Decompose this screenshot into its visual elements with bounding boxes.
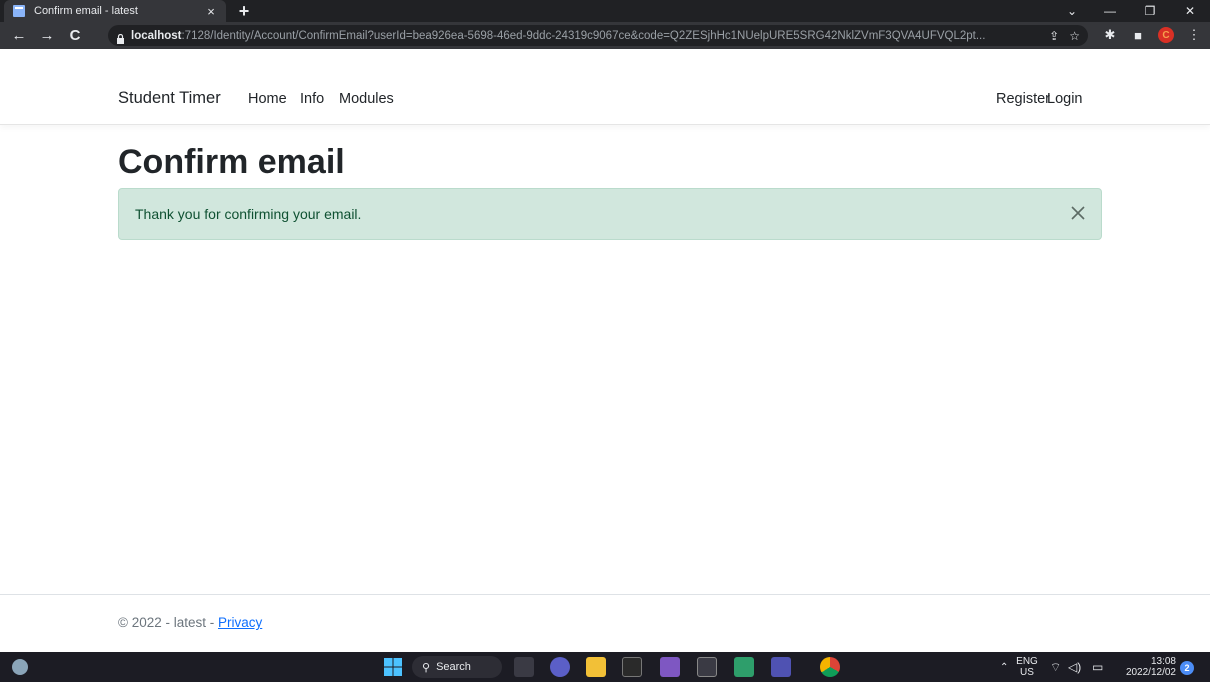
browser-tab-strip: Confirm email - latest × + ⌄ — ❐ ✕ [0, 0, 1210, 22]
taskbar-clock[interactable]: 13:08 2022/12/02 [1122, 656, 1176, 678]
reload-icon[interactable]: C [64, 25, 86, 47]
file-explorer-icon[interactable] [586, 657, 606, 677]
extensions-icon[interactable]: ✱ [1100, 25, 1120, 45]
browser-tab[interactable]: Confirm email - latest × [4, 0, 226, 22]
nav-link-modules[interactable]: Modules [339, 91, 394, 107]
app-icon[interactable] [734, 657, 754, 677]
menu-icon[interactable]: ⋮ [1184, 25, 1204, 45]
site-navbar: Student Timer Home Info Modules Register… [0, 49, 1210, 125]
tab-title: Confirm email - latest [34, 5, 138, 17]
privacy-link[interactable]: Privacy [218, 615, 262, 630]
close-window-icon[interactable]: ✕ [1174, 0, 1206, 22]
wifi-icon[interactable]: ⌔ [1050, 652, 1061, 682]
nav-link-login[interactable]: Login [1047, 91, 1082, 107]
lang-top: ENG [1016, 656, 1038, 667]
minimize-icon[interactable]: — [1094, 0, 1126, 22]
bookmark-star-icon[interactable]: ☆ [1069, 29, 1080, 43]
teams-chat-icon[interactable] [550, 657, 570, 677]
new-tab-button[interactable]: + [234, 1, 254, 21]
url-text: localhost:7128/Identity/Account/ConfirmE… [131, 30, 1039, 42]
tab-search-icon[interactable]: ⌄ [1056, 0, 1088, 22]
success-alert: Thank you for confirming your email. [118, 188, 1102, 240]
battery-icon[interactable]: ▭ [1092, 652, 1103, 682]
address-bar[interactable]: localhost:7128/Identity/Account/ConfirmE… [108, 25, 1088, 46]
nav-link-register[interactable]: Register [996, 91, 1050, 107]
browser-toolbar: ← → C localhost:7128/Identity/Account/Co… [0, 22, 1210, 49]
windows-taskbar: ⚲ Search ⌃ ENG US ⌔ ◁) ▭ 13:08 2022/12/02… [0, 652, 1210, 682]
tab-close-icon[interactable]: × [204, 4, 218, 19]
profile-icon: C [1158, 27, 1174, 43]
teams-icon[interactable] [771, 657, 791, 677]
url-host: localhost [131, 29, 182, 42]
clock-time: 13:08 [1150, 656, 1176, 667]
notification-badge[interactable]: 2 [1180, 661, 1194, 675]
brand-link[interactable]: Student Timer [118, 89, 221, 108]
alert-message: Thank you for confirming your email. [135, 206, 362, 222]
share-icon[interactable]: ⇪ [1049, 29, 1059, 43]
terminal-icon[interactable] [697, 657, 717, 677]
lang-bottom: US [1020, 667, 1034, 678]
copyright-text: © 2022 - latest - [118, 615, 218, 630]
restore-icon[interactable]: ❐ [1134, 0, 1166, 22]
search-label: Search [436, 661, 471, 673]
nav-link-info[interactable]: Info [300, 91, 324, 107]
volume-icon[interactable]: ◁) [1068, 652, 1081, 682]
weather-widget-icon[interactable] [12, 659, 28, 675]
page-title: Confirm email [118, 143, 345, 181]
start-menu-icon[interactable] [383, 657, 403, 677]
language-indicator[interactable]: ENG US [1014, 655, 1040, 679]
forward-icon[interactable]: → [36, 25, 58, 47]
epic-games-icon[interactable] [622, 657, 642, 677]
site-footer: © 2022 - latest - Privacy [0, 594, 1210, 646]
search-icon: ⚲ [422, 661, 431, 674]
show-hidden-icons[interactable]: ⌃ [1000, 652, 1008, 682]
footer-text: © 2022 - latest - Privacy [118, 615, 262, 630]
nav-link-home[interactable]: Home [248, 91, 287, 107]
visual-studio-icon[interactable] [660, 657, 680, 677]
side-panel-icon[interactable]: ■ [1128, 25, 1148, 45]
page-favicon-icon [12, 4, 26, 18]
task-view-icon[interactable] [514, 657, 534, 677]
chrome-icon[interactable] [820, 657, 840, 677]
close-icon[interactable] [1067, 202, 1089, 224]
profile-avatar[interactable]: C [1156, 25, 1176, 45]
clock-date: 2022/12/02 [1125, 667, 1176, 678]
lock-icon [116, 31, 125, 44]
taskbar-search[interactable]: ⚲ Search [412, 656, 502, 678]
toolbar-actions: ✱ ■ C ⋮ [1100, 25, 1204, 45]
url-path: :7128/Identity/Account/ConfirmEmail?user… [181, 29, 986, 42]
back-icon[interactable]: ← [8, 25, 30, 47]
